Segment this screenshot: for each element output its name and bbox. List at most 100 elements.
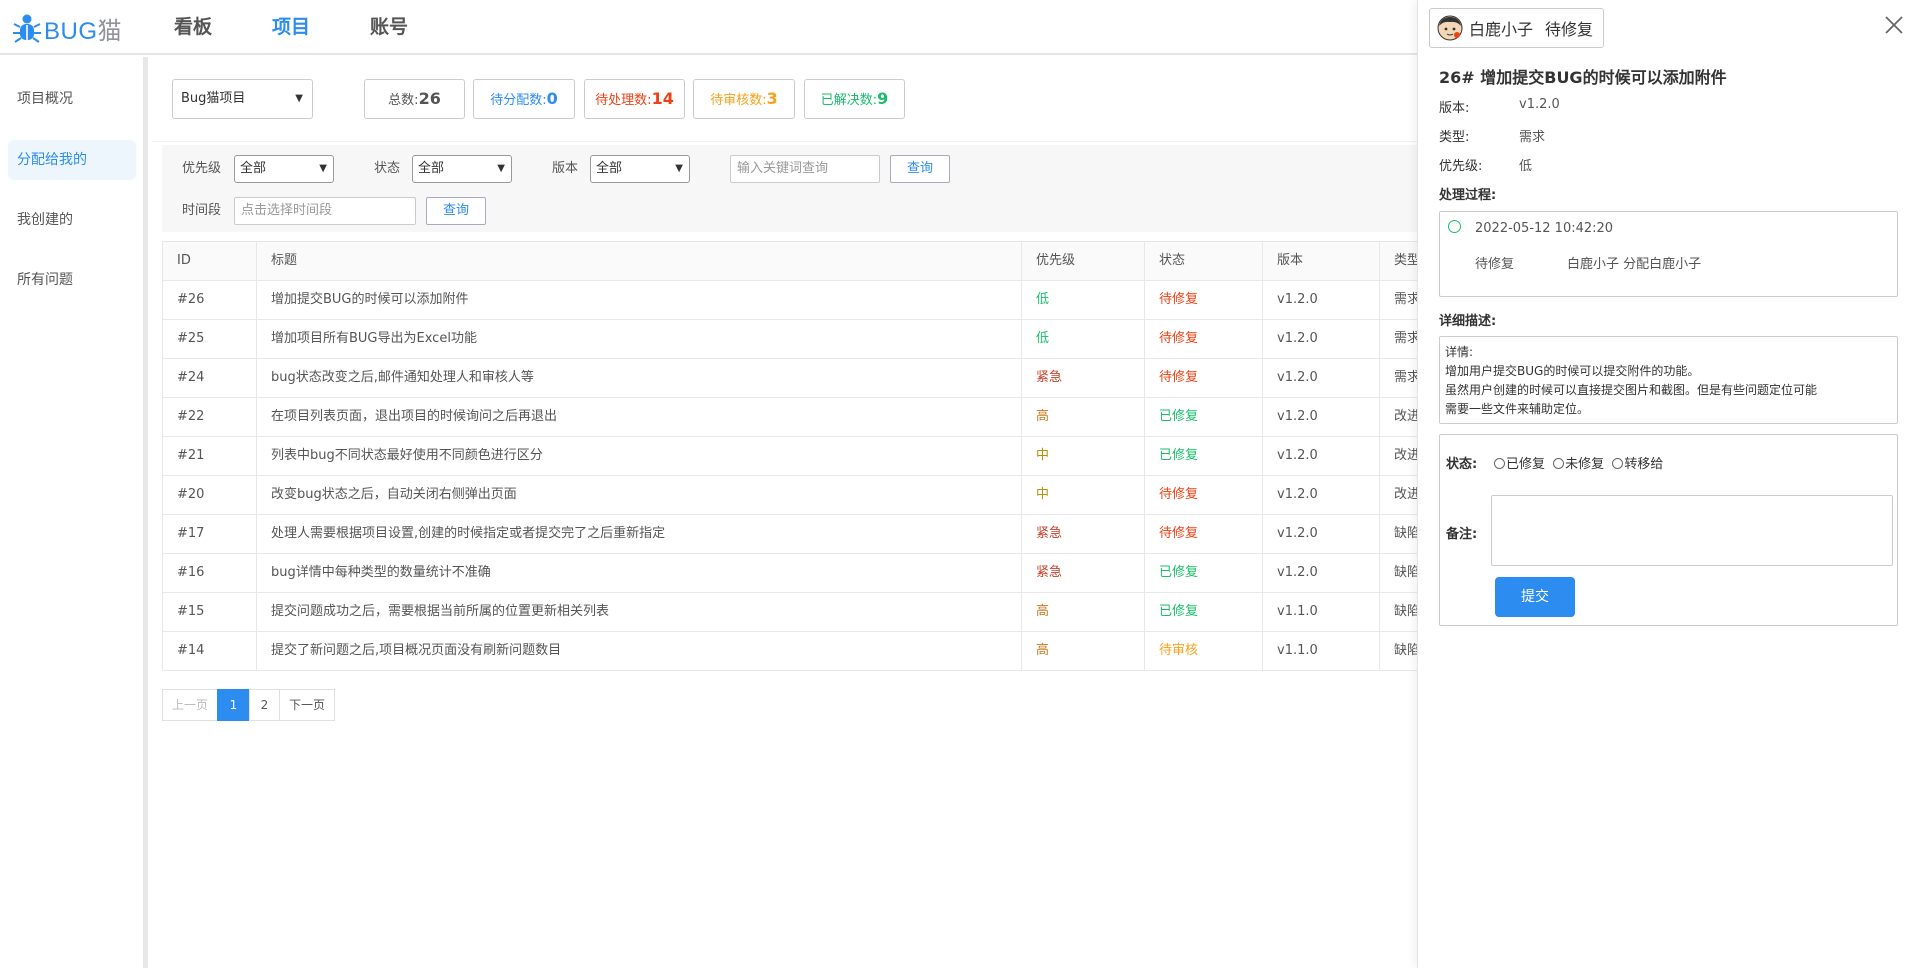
stat-total[interactable]: 总数:26: [364, 79, 465, 119]
table-row[interactable]: #26 增加提交BUG的时候可以添加附件低待修复 v1.2.0 需求: [162, 281, 1420, 320]
status-filter-label: 状态: [374, 161, 401, 176]
row-title[interactable]: 改变bug状态之后，自动关闭右侧弹出页面: [257, 476, 1022, 515]
sidebar: 项目概况 分配给我的 我创建的 所有问题: [0, 57, 148, 968]
row-version: v1.2.0: [1263, 398, 1380, 437]
header-id[interactable]: ID: [163, 242, 257, 281]
table-row[interactable]: #24 bug状态改变之后,邮件通知处理人和审核人等 紧急 待修复 v1.2.0 需求: [162, 359, 1420, 398]
table-row[interactable]: #15 提交问题成功之后，需要根据当前所属的位置更新相关列表高已修复 v1.1.0 缺…: [162, 593, 1420, 632]
row-version: v1.1.0: [1263, 632, 1380, 671]
row-version: v1.1.0: [1263, 593, 1380, 632]
prev-page-button[interactable]: 上一页: [162, 689, 218, 721]
avatar: [1437, 15, 1463, 41]
row-id: #24: [163, 359, 257, 398]
keyword-query-button[interactable]: 查询: [890, 155, 950, 183]
sidebar-item-overview[interactable]: 项目概况: [8, 79, 136, 119]
logo-text: BUG猫: [44, 17, 123, 45]
header-priority[interactable]: 优先级: [1022, 242, 1145, 281]
priority-filter-select[interactable]: 全部 ▼: [234, 155, 334, 183]
project-select[interactable]: Bug猫项目 ▼: [172, 79, 313, 119]
stat-unassigned[interactable]: 待分配数:0: [473, 79, 575, 119]
status-radio-fixed[interactable]: 已修复: [1494, 457, 1545, 472]
chevron-down-icon: ▼: [675, 163, 683, 174]
row-title[interactable]: bug状态改变之后,邮件通知处理人和审核人等: [257, 359, 1022, 398]
header-version[interactable]: 版本: [1263, 242, 1380, 281]
detail-line: 增加用户提交BUG的时候可以提交附件的功能。: [1445, 364, 1700, 378]
close-icon[interactable]: [1881, 12, 1907, 38]
next-page-button[interactable]: 下一页: [279, 689, 335, 721]
row-version: v1.2.0: [1263, 359, 1380, 398]
table-row[interactable]: #17 处理人需要根据项目设置,创建的时候指定或者提交完了之后重新指定 紧急 待修复 v…: [162, 515, 1420, 554]
timeline-dot-icon: [1448, 220, 1461, 233]
stat-reviewing[interactable]: 待审核数:3: [693, 79, 795, 119]
priority-filter-label: 优先级: [182, 161, 222, 176]
table-row[interactable]: #22 在项目列表页面，退出项目的时候询问之后再退出高已修复 v1.2.0 改进: [162, 398, 1420, 437]
sidebar-item-created-by-me[interactable]: 我创建的: [8, 200, 136, 240]
row-title[interactable]: 在项目列表页面，退出项目的时候询问之后再退出: [257, 398, 1022, 437]
row-version: v1.2.0: [1263, 515, 1380, 554]
submit-button[interactable]: 提交: [1495, 577, 1575, 617]
table-row[interactable]: #14 提交了新问题之后,项目概况页面没有刷新问题数目高待审核 v1.1.0 缺陷: [162, 632, 1420, 671]
assignee-status: 待修复: [1545, 20, 1594, 39]
row-version: v1.2.0: [1263, 320, 1380, 359]
table-row[interactable]: #16 bug详情中每种类型的数量统计不准确 紧急 已修复 v1.2.0 缺陷: [162, 554, 1420, 593]
row-priority: 高: [1022, 398, 1145, 437]
header-title[interactable]: 标题: [257, 242, 1022, 281]
bug-version: 版本: v1.2.0: [1439, 97, 1560, 116]
timerange-input[interactable]: 点击选择时间段: [234, 197, 416, 225]
keyword-search-input[interactable]: 输入关键词查询: [730, 155, 880, 183]
row-priority: 紧急: [1022, 554, 1145, 593]
row-status: 待审核: [1145, 632, 1263, 671]
page-1-button[interactable]: 1: [217, 689, 250, 721]
row-priority: 中: [1022, 437, 1145, 476]
chevron-down-icon: ▼: [295, 93, 303, 104]
detail-line: 需要一些文件来辅助定位。: [1445, 402, 1590, 416]
app-logo[interactable]: BUG猫: [12, 10, 122, 46]
filter-panel: 优先级 全部 ▼ 状态 全部 ▼ 版本 全部 ▼ 输入关键词查询 查询 时间段 点击选…: [162, 145, 1417, 232]
bug-title: 26# 增加提交BUG的时候可以添加附件: [1439, 68, 1727, 87]
row-title[interactable]: 处理人需要根据项目设置,创建的时候指定或者提交完了之后重新指定: [257, 515, 1022, 554]
sidebar-item-all-issues[interactable]: 所有问题: [8, 260, 136, 300]
version-filter-select[interactable]: 全部 ▼: [590, 155, 690, 183]
row-title[interactable]: 增加提交BUG的时候可以添加附件: [257, 281, 1022, 320]
status-radio-transfer[interactable]: 转移给: [1612, 457, 1663, 472]
status-update-form: 状态: 已修复 未修复 转移给 备注: 提交: [1439, 434, 1898, 626]
detail-description: 详情: 增加用户提交BUG的时候可以提交附件的功能。 虽然用户创建的时候可以直接…: [1439, 336, 1898, 424]
row-status: 待修复: [1145, 515, 1263, 554]
process-status: 待修复: [1475, 257, 1515, 272]
page-2-button[interactable]: 2: [249, 689, 280, 721]
nav-projects[interactable]: 项目: [272, 0, 310, 55]
row-id: #14: [163, 632, 257, 671]
stat-pending[interactable]: 待处理数:14: [584, 79, 685, 119]
process-time: 2022-05-12 10:42:20: [1475, 221, 1614, 236]
sidebar-item-assigned-to-me[interactable]: 分配给我的: [8, 140, 136, 180]
row-id: #17: [163, 515, 257, 554]
row-status: 已修复: [1145, 398, 1263, 437]
row-status: 待修复: [1145, 320, 1263, 359]
row-version: v1.2.0: [1263, 437, 1380, 476]
status-radio-group: 已修复 未修复 转移给: [1494, 453, 1663, 472]
row-title[interactable]: 提交问题成功之后，需要根据当前所属的位置更新相关列表: [257, 593, 1022, 632]
status-filter-select[interactable]: 全部 ▼: [412, 155, 512, 183]
table-row[interactable]: #21 列表中bug不同状态最好使用不同颜色进行区分中已修复 v1.2.0 改进: [162, 437, 1420, 476]
row-title[interactable]: bug详情中每种类型的数量统计不准确: [257, 554, 1022, 593]
row-title[interactable]: 增加项目所有BUG导出为Excel功能: [257, 320, 1022, 359]
row-title[interactable]: 列表中bug不同状态最好使用不同颜色进行区分: [257, 437, 1022, 476]
row-title[interactable]: 提交了新问题之后,项目概况页面没有刷新问题数目: [257, 632, 1022, 671]
status-radio-unfixed[interactable]: 未修复: [1553, 457, 1604, 472]
row-status: 已修复: [1145, 554, 1263, 593]
bug-detail-drawer: 白鹿小子 待修复 26# 增加提交BUG的时候可以添加附件 版本: v1.2.0 …: [1417, 0, 1917, 968]
row-priority: 紧急: [1022, 515, 1145, 554]
stat-resolved[interactable]: 已解决数:9: [804, 79, 905, 119]
nav-dashboard[interactable]: 看板: [174, 0, 212, 55]
table-row[interactable]: #25 增加项目所有BUG导出为Excel功能低待修复 v1.2.0 需求: [162, 320, 1420, 359]
table-row[interactable]: #20 改变bug状态之后，自动关闭右侧弹出页面中待修复 v1.2.0 改进: [162, 476, 1420, 515]
row-priority: 低: [1022, 281, 1145, 320]
remark-textarea[interactable]: [1491, 495, 1893, 566]
nav-accounts[interactable]: 账号: [370, 0, 408, 55]
row-priority: 紧急: [1022, 359, 1145, 398]
process-label: 处理过程:: [1439, 188, 1497, 203]
row-status: 待修复: [1145, 359, 1263, 398]
header-status[interactable]: 状态: [1145, 242, 1263, 281]
timerange-query-button[interactable]: 查询: [426, 197, 486, 225]
bug-logo-icon: [13, 14, 41, 43]
